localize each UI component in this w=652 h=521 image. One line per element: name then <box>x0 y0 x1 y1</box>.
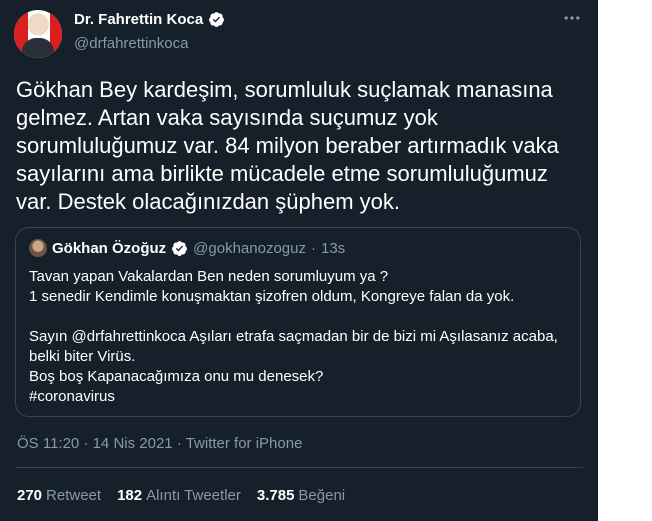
retweet-count[interactable]: 270 Retweet <box>17 487 101 504</box>
quoted-avatar[interactable] <box>29 239 47 257</box>
stat-count: 182 <box>117 487 143 504</box>
tweet-card: Dr. Fahrettin Koca @drfahrettinkoca Gökh… <box>0 0 598 521</box>
author-display-name[interactable]: Dr. Fahrettin Koca <box>74 11 203 28</box>
quoted-verified-badge-icon <box>172 240 188 256</box>
author-name-row[interactable]: Dr. Fahrettin Koca <box>74 11 225 28</box>
verified-badge-icon <box>209 12 225 27</box>
stat-count: 270 <box>17 487 43 504</box>
quote-tweet-count[interactable]: 182 Alıntı Tweetler <box>117 487 241 504</box>
more-options-icon[interactable] <box>562 8 582 32</box>
quoted-text: Tavan yapan Vakalardan Ben neden sorumlu… <box>29 268 558 405</box>
tweet-text: Gökhan Bey kardeşim, sorumluluk suçlamak… <box>16 77 559 214</box>
quoted-display-name[interactable]: Gökhan Özoğuz <box>52 240 166 257</box>
engagement-stats: 270 Retweet 182 Alıntı Tweetler 3.785 Be… <box>17 487 345 504</box>
author-avatar[interactable] <box>14 10 62 58</box>
quoted-header: Gökhan Özoğuz @gokhanozoguz · 13s <box>29 239 345 257</box>
quoted-tweet[interactable]: Gökhan Özoğuz @gokhanozoguz · 13s Tavan … <box>15 227 581 417</box>
author-handle[interactable]: @drfahrettinkoca <box>74 35 188 52</box>
quoted-handle[interactable]: @gokhanozoguz <box>193 240 306 257</box>
like-count[interactable]: 3.785 Beğeni <box>257 487 345 504</box>
stat-count: 3.785 <box>256 487 295 504</box>
avatar-figure <box>22 38 54 58</box>
quoted-timestamp[interactable]: 13s <box>321 240 345 257</box>
stat-label: Alıntı Tweetler <box>146 487 241 504</box>
more-dots-icon <box>564 16 580 20</box>
stat-label: Beğeni <box>298 487 346 504</box>
divider <box>15 467 583 468</box>
tweet-metadata[interactable]: ÖS 11:20 · 14 Nis 2021 · Twitter for iPh… <box>17 435 302 452</box>
stat-label: Retweet <box>46 487 102 504</box>
quoted-separator: · <box>310 239 316 257</box>
